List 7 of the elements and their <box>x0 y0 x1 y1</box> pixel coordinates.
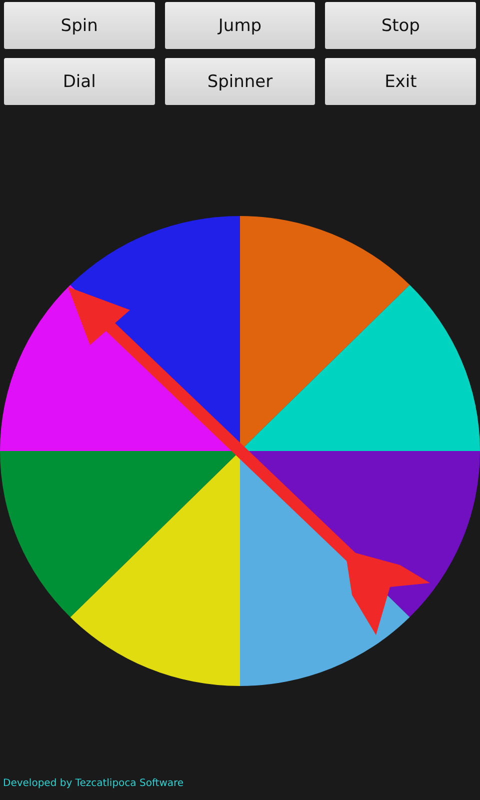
action-button[interactable]: Spin <box>4 2 155 49</box>
action-button[interactable]: Exit <box>325 58 476 105</box>
action-button[interactable]: Stop <box>325 2 476 49</box>
action-button[interactable]: Spinner <box>164 58 316 105</box>
action-button[interactable]: Jump <box>164 2 316 49</box>
action-button[interactable]: Dial <box>4 58 155 105</box>
developer-credit: Developed by Tezcatlipoca Software <box>2 777 185 789</box>
